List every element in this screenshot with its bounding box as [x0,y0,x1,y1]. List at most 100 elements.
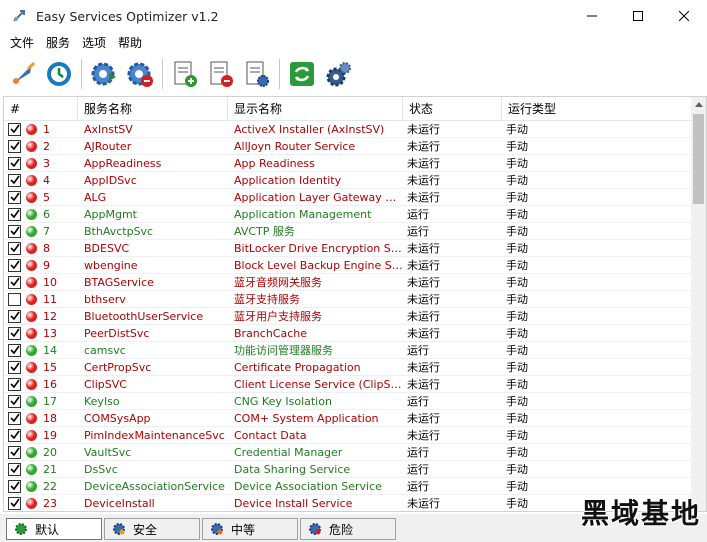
window-title: Easy Services Optimizer v1.2 [36,8,219,24]
close-button[interactable] [661,0,707,32]
row-checkbox[interactable] [8,139,21,153]
maximize-button[interactable] [615,0,661,32]
tab-danger[interactable]: 危险 [300,518,396,540]
table-row[interactable]: 3 AppReadiness App Readiness 未运行 手动 [4,155,692,172]
status-dot-icon [26,480,37,492]
table-row[interactable]: 14 camsvc 功能访问管理器服务 运行 手动 [4,342,692,359]
remove-service-button[interactable] [204,57,238,91]
edit-service-button[interactable] [240,57,274,91]
row-checkbox[interactable] [8,224,21,238]
row-index-cell: 14 [4,343,78,357]
row-checkbox[interactable] [8,445,21,459]
table-row[interactable]: 13 PeerDistSvc BranchCache 未运行 手动 [4,325,692,342]
row-checkbox[interactable] [8,394,21,408]
row-checkbox[interactable] [8,173,21,187]
row-checkbox[interactable] [8,343,21,357]
vertical-scrollbar[interactable] [691,97,706,511]
row-checkbox[interactable] [8,377,21,391]
checkmark-icon [9,379,20,389]
row-number: 6 [43,207,50,221]
table-row[interactable]: 6 AppMgmt Application Management 运行 手动 [4,206,692,223]
optimize-button[interactable] [6,57,40,91]
checkmark-icon [9,481,20,491]
status-dot-icon [26,242,37,254]
row-checkbox[interactable] [8,207,21,221]
row-checkbox[interactable] [8,275,21,289]
row-number: 3 [43,156,50,170]
row-checkbox[interactable] [8,411,21,425]
status-dot-icon [26,429,37,441]
row-index-cell: 20 [4,445,78,459]
scrollbar-thumb[interactable] [693,114,704,204]
stop-service-button[interactable] [123,57,157,91]
scroll-up-button[interactable] [691,97,706,112]
row-checkbox[interactable] [8,496,21,510]
display-name-cell: COM+ System Application [234,411,379,425]
restore-default-button[interactable] [42,57,76,91]
table-row[interactable]: 21 DsSvc Data Sharing Service 运行 手动 [4,461,692,478]
table-row[interactable]: 18 COMSysApp COM+ System Application 未运行 手动 [4,410,692,427]
row-index-cell: 4 [4,173,78,187]
minimize-icon [587,15,597,17]
startup-type-cell: 手动 [506,395,528,408]
column-header-display-name[interactable]: 显示名称 [228,97,403,121]
table-row[interactable]: 17 KeyIso CNG Key Isolation 运行 手动 [4,393,692,410]
tab-default[interactable]: 默认 [6,518,102,540]
row-number: 15 [43,360,57,374]
table-row[interactable]: 1 AxInstSV ActiveX Installer (AxInstSV) 未运行… [4,121,692,138]
row-checkbox[interactable] [8,428,21,442]
row-checkbox[interactable] [8,462,21,476]
row-checkbox[interactable] [8,258,21,272]
table-row[interactable]: 10 BTAGService 蓝牙音频网关服务 未运行 手动 [4,274,692,291]
menu-options[interactable]: 选项 [76,34,112,51]
row-checkbox[interactable] [8,326,21,340]
tab-medium[interactable]: 中等 [202,518,298,540]
gear-stop-icon [127,62,153,87]
refresh-button[interactable] [285,57,319,91]
table-row[interactable]: 11 bthserv 蓝牙支持服务 未运行 手动 [4,291,692,308]
status-dot-icon [26,191,37,203]
row-checkbox[interactable] [8,360,21,374]
row-number: 21 [43,462,57,476]
column-header-state[interactable]: 状态 [403,97,502,121]
row-checkbox[interactable] [8,309,21,323]
table-row[interactable]: 12 BluetoothUserService 蓝牙用户支持服务 未运行 手动 [4,308,692,325]
row-checkbox[interactable] [8,292,21,306]
tab-label: 默认 [35,522,60,537]
add-service-button[interactable] [168,57,202,91]
row-index-cell: 22 [4,479,78,493]
column-header-service-name[interactable]: 服务名称 [78,97,228,121]
row-checkbox[interactable] [8,241,21,255]
row-checkbox[interactable] [8,156,21,170]
row-index-cell: 21 [4,462,78,476]
start-service-button[interactable] [87,57,121,91]
table-row[interactable]: 8 BDESVC BitLocker Drive Encryption Servic… [4,240,692,257]
table-row[interactable]: 5 ALG Application Layer Gateway Ser... 未运行 手… [4,189,692,206]
table-row[interactable]: 7 BthAvctpSvc AVCTP 服务 运行 手动 [4,223,692,240]
display-name-cell: BitLocker Drive Encryption Service [234,241,403,255]
menu-help[interactable]: 帮助 [112,34,148,51]
settings-button[interactable] [321,57,355,91]
menu-services[interactable]: 服务 [40,34,76,51]
toolbar-separator [81,59,82,89]
menu-file[interactable]: 文件 [4,34,40,51]
table-row[interactable]: 16 ClipSVC Client License Service (ClipSVC… [4,376,692,393]
tab-safe[interactable]: 安全 [104,518,200,540]
table-row[interactable]: 15 CertPropSvc Certificate Propagation 未运行 手… [4,359,692,376]
row-checkbox[interactable] [8,190,21,204]
state-cell: 未运行 [407,259,440,272]
row-checkbox[interactable] [8,122,21,136]
column-header-startup-type[interactable]: 运行类型 [502,97,692,121]
column-header-index[interactable]: # [4,97,78,121]
table-row[interactable]: 9 wbengine Block Level Backup Engine Servi… [4,257,692,274]
table-row[interactable]: 20 VaultSvc Credential Manager 运行 手动 [4,444,692,461]
display-name-cell: 蓝牙用户支持服务 [234,310,322,323]
row-checkbox[interactable] [8,479,21,493]
minimize-button[interactable] [569,0,615,32]
table-row[interactable]: 4 AppIDSvc Application Identity 未运行 手动 [4,172,692,189]
table-row[interactable]: 19 PimIndexMaintenanceSvc Contact Data 未运行 手… [4,427,692,444]
display-name-cell: Data Sharing Service [234,462,351,476]
services-list[interactable]: # 服务名称 显示名称 状态 运行类型 1 AxInstSV ActiveX Ins… [3,96,707,512]
table-row[interactable]: 2 AJRouter AllJoyn Router Service 未运行 手动 [4,138,692,155]
list-rows: 1 AxInstSV ActiveX Installer (AxInstSV) 未运行… [4,121,692,511]
